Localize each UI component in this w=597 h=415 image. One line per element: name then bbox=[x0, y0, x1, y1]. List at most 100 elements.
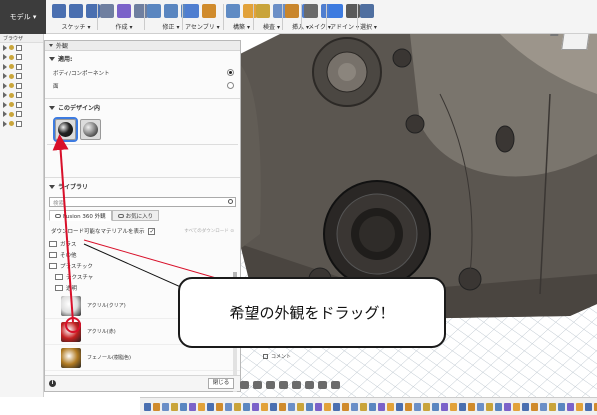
timeline-feature-icon[interactable] bbox=[486, 402, 493, 411]
expand-icon[interactable] bbox=[3, 111, 7, 118]
timeline-feature-icon[interactable] bbox=[423, 402, 430, 411]
toolbar-tool-icon[interactable] bbox=[226, 4, 240, 18]
look-at-icon[interactable] bbox=[266, 381, 275, 389]
timeline-feature-icon[interactable] bbox=[576, 402, 583, 411]
toolbar-tool-icon[interactable] bbox=[164, 4, 178, 18]
timeline-feature-icon[interactable] bbox=[531, 402, 538, 411]
toolbar-tool-icon[interactable] bbox=[69, 4, 83, 18]
toolbar-tool-icon[interactable] bbox=[243, 4, 257, 18]
close-button[interactable]: 閉じる bbox=[208, 378, 234, 389]
timeline-feature-icon[interactable] bbox=[216, 402, 223, 411]
display-settings-icon[interactable] bbox=[305, 381, 314, 389]
timeline-feature-icon[interactable] bbox=[297, 402, 304, 411]
visibility-bulb-icon[interactable] bbox=[9, 92, 14, 98]
timeline-feature-icon[interactable] bbox=[387, 402, 394, 411]
toolbar-tool-icon[interactable] bbox=[360, 4, 374, 18]
timeline-feature-icon[interactable] bbox=[279, 402, 286, 411]
visibility-bulb-icon[interactable] bbox=[9, 54, 14, 60]
pan-icon[interactable] bbox=[253, 381, 262, 389]
timeline-feature-icon[interactable] bbox=[504, 402, 511, 411]
timeline-feature-icon[interactable] bbox=[414, 402, 421, 411]
timeline-feature-icon[interactable] bbox=[198, 402, 205, 411]
browser-tree-row[interactable] bbox=[0, 72, 43, 82]
timeline-feature-icon[interactable] bbox=[288, 402, 295, 411]
browser-tree-row[interactable] bbox=[0, 62, 43, 72]
viewports-icon[interactable] bbox=[331, 381, 340, 389]
grid-settings-icon[interactable] bbox=[318, 381, 327, 389]
timeline-feature-icon[interactable] bbox=[342, 402, 349, 411]
timeline-feature-icon[interactable] bbox=[495, 402, 502, 411]
timeline-feature-icon[interactable] bbox=[522, 402, 529, 411]
visibility-bulb-icon[interactable] bbox=[9, 64, 14, 70]
timeline-feature-icon[interactable] bbox=[351, 402, 358, 411]
timeline-feature-icon[interactable] bbox=[549, 402, 556, 411]
toolbar-tool-icon[interactable] bbox=[256, 4, 270, 18]
toolbar-tool-icon[interactable] bbox=[100, 4, 114, 18]
timeline-feature-icon[interactable] bbox=[468, 402, 475, 411]
toolbar-tool-icon[interactable] bbox=[117, 4, 131, 18]
home-icon[interactable] bbox=[550, 34, 560, 36]
toolbar-group[interactable]: 選択 ▾ bbox=[360, 2, 377, 32]
material-thumbnail[interactable] bbox=[61, 347, 81, 368]
timeline-feature-icon[interactable] bbox=[306, 402, 313, 411]
library-folder[interactable]: プラスチック bbox=[49, 260, 240, 271]
material-thumbnail[interactable] bbox=[61, 295, 81, 316]
timeline-feature-icon[interactable] bbox=[324, 402, 331, 411]
toolbar-tool-icon[interactable] bbox=[329, 4, 343, 18]
timeline-feature-icon[interactable] bbox=[378, 402, 385, 411]
timeline-feature-icon[interactable] bbox=[441, 402, 448, 411]
library-tab[interactable]: お気に入り bbox=[111, 210, 160, 221]
timeline-feature-icon[interactable] bbox=[369, 402, 376, 411]
timeline-feature-icon[interactable] bbox=[261, 402, 268, 411]
timeline-feature-icon[interactable] bbox=[162, 402, 169, 411]
toolbar-tool-icon[interactable] bbox=[185, 4, 199, 18]
timeline-feature-icon[interactable] bbox=[477, 402, 484, 411]
info-icon[interactable]: i bbox=[49, 380, 56, 387]
toolbar-tool-icon[interactable] bbox=[52, 4, 66, 18]
viewcube[interactable] bbox=[550, 34, 591, 50]
visibility-bulb-icon[interactable] bbox=[9, 102, 14, 108]
timeline-feature-icon[interactable] bbox=[432, 402, 439, 411]
library-tab[interactable]: Fusion 360 外観 bbox=[49, 210, 112, 221]
timeline-feature-icon[interactable] bbox=[540, 402, 547, 411]
toolbar-tool-icon[interactable] bbox=[147, 4, 161, 18]
timeline-feature-icon[interactable] bbox=[333, 402, 340, 411]
zoom-icon[interactable] bbox=[279, 381, 288, 389]
timeline-feature-icon[interactable] bbox=[558, 402, 565, 411]
timeline-feature-icon[interactable] bbox=[315, 402, 322, 411]
timeline-feature-icon[interactable] bbox=[153, 402, 160, 411]
library-folder[interactable]: その他 bbox=[49, 249, 240, 260]
fit-icon[interactable] bbox=[292, 381, 301, 389]
toolbar-tool-icon[interactable] bbox=[202, 4, 216, 18]
visibility-bulb-icon[interactable] bbox=[9, 73, 14, 79]
expand-icon[interactable] bbox=[3, 101, 7, 108]
expand-icon[interactable] bbox=[3, 92, 7, 99]
timeline-feature-icon[interactable] bbox=[450, 402, 457, 411]
timeline-feature-icon[interactable] bbox=[225, 402, 232, 411]
toolbar-tool-icon[interactable] bbox=[304, 4, 318, 18]
visibility-bulb-icon[interactable] bbox=[9, 121, 14, 127]
material-thumbnail[interactable] bbox=[61, 321, 81, 342]
timeline-feature-icon[interactable] bbox=[513, 402, 520, 411]
timeline-feature-icon[interactable] bbox=[567, 402, 574, 411]
timeline-feature-icon[interactable] bbox=[252, 402, 259, 411]
expand-icon[interactable] bbox=[3, 63, 7, 70]
timeline-feature-icon[interactable] bbox=[270, 402, 277, 411]
apply-option-row[interactable]: 面 bbox=[45, 79, 240, 92]
apply-option-radio[interactable] bbox=[227, 82, 234, 89]
expand-icon[interactable] bbox=[3, 73, 7, 80]
timeline-feature-icon[interactable] bbox=[405, 402, 412, 411]
timeline-feature-icon[interactable] bbox=[243, 402, 250, 411]
browser-tree-row[interactable] bbox=[0, 119, 43, 129]
browser-header[interactable]: ブラウザ bbox=[0, 34, 43, 43]
collapse-icon[interactable] bbox=[49, 44, 53, 47]
timeline-feature-icon[interactable] bbox=[459, 402, 466, 411]
browser-tree-row[interactable] bbox=[0, 100, 43, 110]
toolbar-group[interactable]: スケッチ ▾ bbox=[52, 2, 100, 32]
toolbar-group[interactable]: 作成 ▾ bbox=[100, 2, 148, 32]
timeline-feature-icon[interactable] bbox=[396, 402, 403, 411]
browser-tree-row[interactable] bbox=[0, 81, 43, 91]
appearance-swatch[interactable] bbox=[53, 117, 78, 142]
library-folder[interactable]: ガラス bbox=[49, 238, 240, 249]
expand-icon[interactable] bbox=[3, 54, 7, 61]
